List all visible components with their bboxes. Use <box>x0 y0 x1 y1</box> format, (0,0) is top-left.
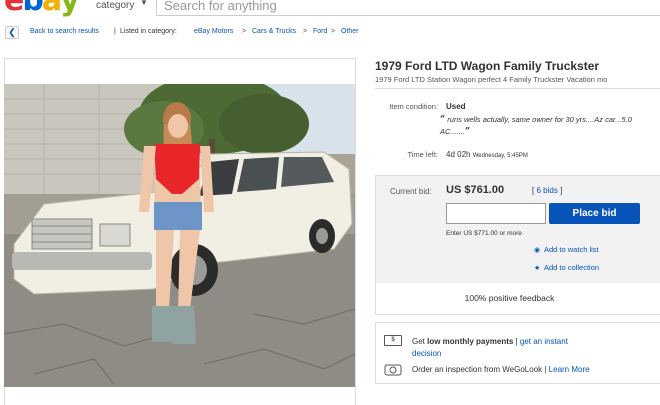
logo-letter: a <box>41 0 62 18</box>
add-to-watch-list-link[interactable]: ◉ Add to watch list <box>534 245 599 254</box>
financing-prefix: Get <box>412 337 428 346</box>
seller-note: “ runs wells actually, same owner for 30… <box>440 114 655 138</box>
add-to-collection-link[interactable]: ★ Add to collection <box>534 263 599 272</box>
item-photo[interactable] <box>4 84 355 387</box>
learn-more-link[interactable]: Learn More <box>549 365 590 374</box>
breadcrumb-item-ebay-motors[interactable]: eBay Motors <box>194 28 233 35</box>
bid-box: Current bid: US $761.00 [ 6 bids ] Place… <box>375 175 660 315</box>
breadcrumb-arrow: > <box>242 28 247 35</box>
item-title: 1979 Ford LTD Wagon Family Truckster <box>375 59 600 73</box>
category-dropdown[interactable]: category ▼ <box>92 0 152 16</box>
breadcrumb-separator: | <box>114 28 116 35</box>
condition-value: Used <box>446 102 466 111</box>
breadcrumb-item-other[interactable]: Other <box>341 28 359 35</box>
breadcrumb-item-ford[interactable]: Ford <box>313 28 327 35</box>
ebay-logo[interactable]: ebay <box>4 0 80 18</box>
place-bid-button[interactable]: Place bid <box>549 203 640 224</box>
breadcrumb-item-cars-trucks[interactable]: Cars & Trucks <box>252 28 296 35</box>
inspection-text: Order an inspection from WeGoLook <box>412 365 543 374</box>
inspection-icon <box>384 363 402 377</box>
time-left-label: Time left: <box>407 150 438 159</box>
item-subtitle: 1979 Ford LTD Station Wagon perfect 4 Fa… <box>375 75 608 84</box>
min-bid-note: Enter US $771.00 or more <box>446 230 522 237</box>
logo-letter: e <box>4 0 24 18</box>
promo-box: $ Get low monthly payments | get an inst… <box>375 322 660 384</box>
financing-bold: low monthly payments <box>427 337 514 346</box>
time-left-detail: Wednesday, 5:45PM <box>472 153 528 159</box>
bracket-close: ] <box>560 186 563 195</box>
listed-in-label: Listed in category: <box>120 28 177 35</box>
back-to-search-link[interactable]: Back to search results <box>30 28 99 35</box>
breadcrumb: ❮ Back to search results | Listed in cat… <box>0 24 660 42</box>
logo-letter: y <box>60 0 80 18</box>
bid-panel: Current bid: US $761.00 [ 6 bids ] Place… <box>376 176 660 283</box>
time-left-value: 4d 02h Wednesday, 5:45PM <box>446 150 528 159</box>
time-left-duration: 4d 02h <box>446 150 471 159</box>
logo-letter: b <box>22 0 44 18</box>
collection-label: Add to collection <box>544 263 600 272</box>
decision-link[interactable]: decision <box>412 349 441 358</box>
seller-feedback: 100% positive feedback <box>464 293 555 303</box>
current-bid-label: Current bid: <box>390 187 432 196</box>
dollar-bill-icon: $ <box>384 335 402 346</box>
instant-decision-link[interactable]: get an instant <box>520 337 568 346</box>
search-input[interactable] <box>156 0 660 16</box>
eye-icon: ◉ <box>534 247 541 254</box>
watch-label: Add to watch list <box>544 245 599 254</box>
breadcrumb-arrow: > <box>331 28 336 35</box>
header: ebay category ▼ <box>0 0 660 20</box>
category-label: category <box>96 0 135 11</box>
chevron-down-icon: ▼ <box>140 0 148 7</box>
current-bid-value: US $761.00 <box>446 184 505 196</box>
back-arrow-icon[interactable]: ❮ <box>5 26 19 39</box>
decision-link-text[interactable]: decision <box>412 349 441 358</box>
quote-close-icon: ” <box>465 127 471 137</box>
bid-history-link[interactable]: 6 bids <box>536 186 557 195</box>
star-icon: ★ <box>534 265 541 272</box>
financing-line: Get low monthly payments | get an instan… <box>412 337 568 346</box>
divider <box>375 88 660 89</box>
bracket-open: [ <box>532 186 535 195</box>
inspection-line: Order an inspection from WeGoLook | Lear… <box>412 365 590 374</box>
bid-amount-input[interactable] <box>446 203 546 224</box>
bid-count: [ 6 bids ] <box>532 186 562 195</box>
condition-label: Item condition: <box>389 102 438 111</box>
breadcrumb-arrow: > <box>303 28 308 35</box>
